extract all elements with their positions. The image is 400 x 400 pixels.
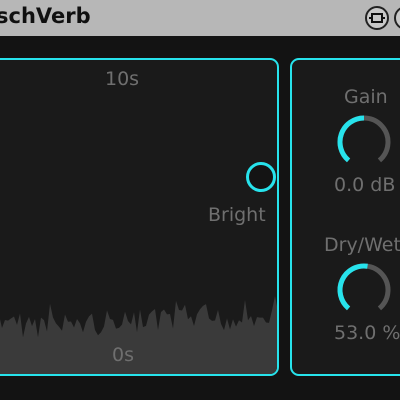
dry-wet-value: 53.0 % (334, 322, 400, 344)
window-title: tschVerb (0, 4, 91, 28)
xy-label-top: 10s (105, 68, 140, 90)
title-bar: tschVerb (0, 0, 400, 36)
knob-panel: Gain 0.0 dB Dry/Wet 53.0 % (290, 58, 400, 376)
spectrum-noise (0, 296, 277, 374)
gain-value: 0.0 dB (334, 174, 396, 196)
window-toggle-button[interactable] (365, 6, 389, 30)
xy-label-bottom: 0s (112, 344, 134, 366)
gain-label: Gain (344, 86, 388, 108)
xy-pad-handle[interactable] (246, 162, 276, 192)
close-button[interactable] (394, 6, 400, 30)
dry-wet-knob[interactable] (336, 262, 392, 318)
dry-wet-label: Dry/Wet (324, 234, 400, 256)
xy-label-right: Bright (208, 204, 266, 226)
gain-knob[interactable] (336, 114, 392, 170)
resize-icon (369, 13, 385, 23)
xy-pad[interactable]: 10s 0s rk Bright (0, 58, 279, 376)
